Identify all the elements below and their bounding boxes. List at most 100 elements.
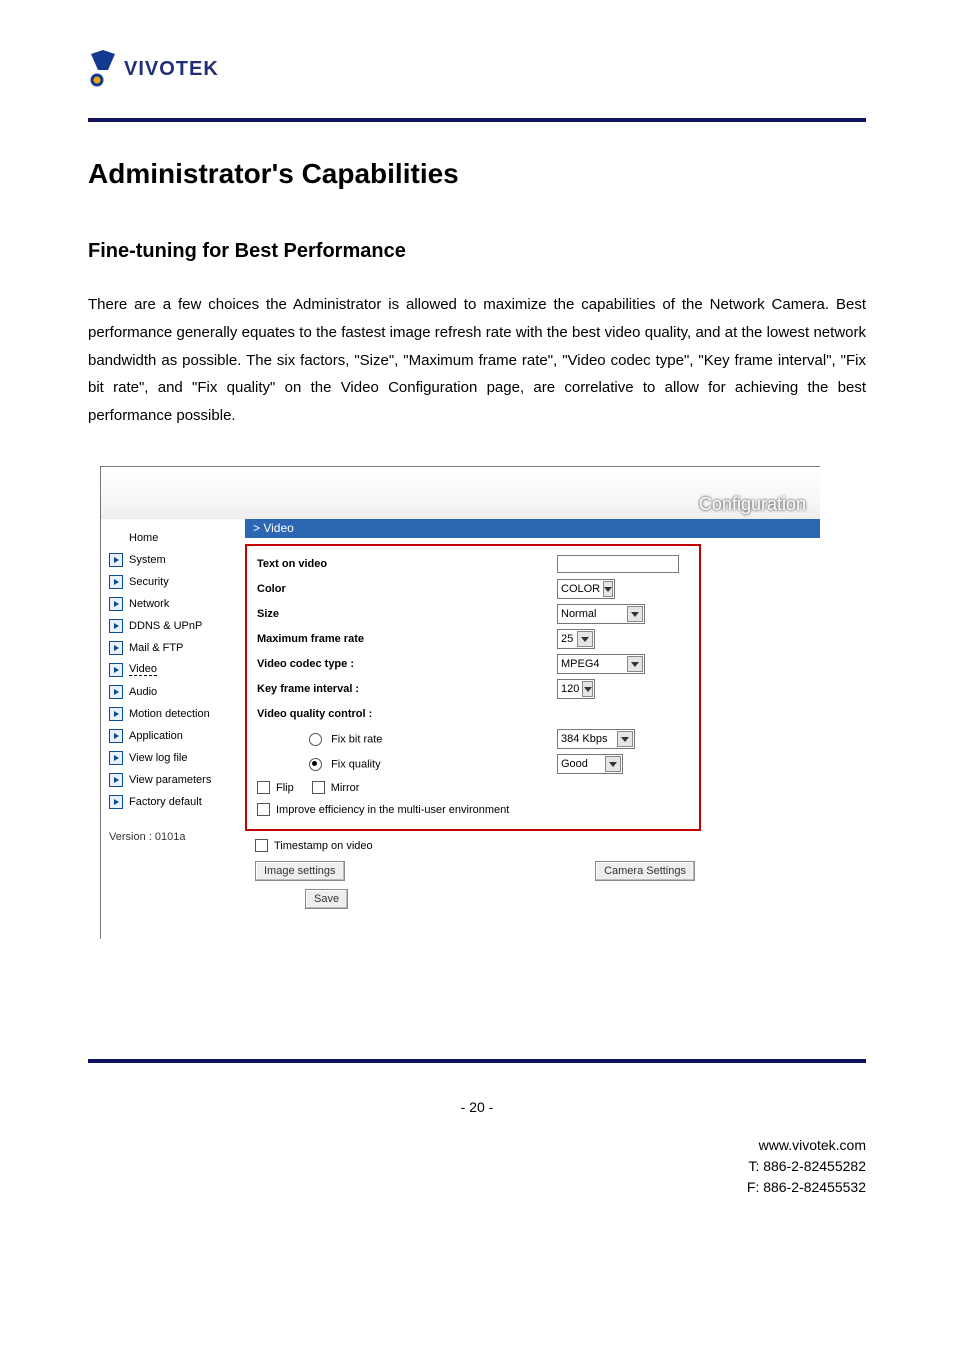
select-value: 120 <box>561 683 579 695</box>
page-number: - 20 - <box>88 1099 866 1115</box>
chevron-down-icon <box>603 581 613 597</box>
sidebar-item-video[interactable]: Video <box>105 659 245 681</box>
fix-bit-rate-select[interactable]: 384 Kbps <box>557 729 635 749</box>
video-codec-select[interactable]: MPEG4 <box>557 654 645 674</box>
vivotek-logo-icon <box>88 48 118 90</box>
sidebar-label: View log file <box>129 752 188 764</box>
sidebar-label: DDNS & UPnP <box>129 620 202 632</box>
size-select[interactable]: Normal <box>557 604 645 624</box>
sidebar-label: Video <box>129 663 157 676</box>
fix-quality-select[interactable]: Good <box>557 754 623 774</box>
sidebar-item-ddns-upnp[interactable]: DDNS & UPnP <box>105 615 245 637</box>
checkbox-icon <box>255 839 268 852</box>
label-quality-control: Video quality control : <box>257 708 557 720</box>
footer-url: www.vivotek.com <box>88 1135 866 1156</box>
flip-checkbox[interactable]: Flip <box>257 781 294 794</box>
sidebar-label: Home <box>129 532 158 544</box>
sidebar-item-network[interactable]: Network <box>105 593 245 615</box>
sidebar-item-factory-default[interactable]: Factory default <box>105 791 245 813</box>
chevron-down-icon <box>627 656 643 672</box>
sidebar-item-view-log-file[interactable]: View log file <box>105 747 245 769</box>
arrow-right-icon <box>109 663 123 677</box>
fix-bit-rate-label: Fix bit rate <box>331 733 382 745</box>
sidebar-label: Security <box>129 576 169 588</box>
select-value: Good <box>561 758 588 770</box>
breadcrumb: > Video <box>245 519 820 538</box>
checkbox-icon <box>312 781 325 794</box>
select-value: 25 <box>561 633 573 645</box>
video-form-highlighted: Text on video Color COLOR Size Normal <box>245 544 701 831</box>
fix-bit-rate-option[interactable]: Fix bit rate <box>257 733 557 746</box>
improve-efficiency-checkbox[interactable]: Improve efficiency in the multi-user env… <box>257 803 509 816</box>
fix-quality-option[interactable]: Fix quality <box>257 758 557 771</box>
chevron-down-icon <box>627 606 643 622</box>
logo: VIVOTEK <box>88 48 866 90</box>
sidebar-item-system[interactable]: System <box>105 549 245 571</box>
sidebar-label: Mail & FTP <box>129 642 183 654</box>
fix-quality-label: Fix quality <box>331 758 381 770</box>
mirror-label: Mirror <box>331 782 360 794</box>
sidebar-label: Network <box>129 598 169 610</box>
chevron-down-icon <box>617 731 633 747</box>
config-content: > Video Text on video Color COLOR <box>245 519 820 939</box>
checkbox-icon <box>257 803 270 816</box>
arrow-right-icon <box>109 641 123 655</box>
sidebar-item-audio[interactable]: Audio <box>105 681 245 703</box>
arrow-right-icon <box>109 553 123 567</box>
sidebar-item-security[interactable]: Security <box>105 571 245 593</box>
arrow-right-icon <box>109 773 123 787</box>
sidebar-item-view-parameters[interactable]: View parameters <box>105 769 245 791</box>
config-sidebar: Home System Security Network DDNS & UPnP <box>101 519 245 843</box>
sidebar-label: System <box>129 554 166 566</box>
label-size: Size <box>257 608 557 620</box>
chevron-down-icon <box>605 756 621 772</box>
camera-settings-button[interactable]: Camera Settings <box>595 861 695 881</box>
logo-text: VIVOTEK <box>124 58 219 81</box>
sidebar-label: Application <box>129 730 183 742</box>
footer-fax: F: 886-2-82455532 <box>88 1177 866 1198</box>
footer-divider-thick <box>88 1059 866 1063</box>
max-frame-rate-select[interactable]: 25 <box>557 629 595 649</box>
select-value: MPEG4 <box>561 658 600 670</box>
improve-efficiency-label: Improve efficiency in the multi-user env… <box>276 804 509 816</box>
checkbox-icon <box>257 781 270 794</box>
radio-icon <box>309 733 322 746</box>
chevron-down-icon <box>582 681 593 697</box>
chevron-down-icon <box>577 631 593 647</box>
timestamp-checkbox[interactable]: Timestamp on video <box>255 839 373 852</box>
select-value: Normal <box>561 608 596 620</box>
label-key-frame: Key frame interval : <box>257 683 557 695</box>
section-title: Fine-tuning for Best Performance <box>88 240 866 263</box>
arrow-right-icon <box>109 685 123 699</box>
sidebar-item-home[interactable]: Home <box>105 527 245 549</box>
version-label: Version : 0101a <box>105 813 245 843</box>
arrow-right-icon <box>109 597 123 611</box>
footer-tel: T: 886-2-82455282 <box>88 1156 866 1177</box>
color-select[interactable]: COLOR <box>557 579 615 599</box>
flip-label: Flip <box>276 782 294 794</box>
timestamp-label: Timestamp on video <box>274 840 373 852</box>
page-title: Administrator's Capabilities <box>88 158 866 190</box>
label-color: Color <box>257 583 557 595</box>
config-screenshot: Configuration Home System Security Netwo <box>100 466 820 939</box>
config-header-title: Configuration <box>699 494 806 515</box>
sidebar-label: Factory default <box>129 796 202 808</box>
key-frame-select[interactable]: 120 <box>557 679 595 699</box>
sidebar-item-motion-detection[interactable]: Motion detection <box>105 703 245 725</box>
arrow-right-icon <box>109 795 123 809</box>
header-divider <box>88 118 866 122</box>
radio-icon <box>309 758 322 771</box>
save-button[interactable]: Save <box>305 889 348 909</box>
label-max-frame-rate: Maximum frame rate <box>257 633 557 645</box>
arrow-right-icon <box>109 619 123 633</box>
sidebar-item-mail-ftp[interactable]: Mail & FTP <box>105 637 245 659</box>
arrow-right-icon <box>109 575 123 589</box>
image-settings-button[interactable]: Image settings <box>255 861 345 881</box>
arrow-right-icon <box>109 751 123 765</box>
arrow-right-icon <box>109 729 123 743</box>
sidebar-label: Motion detection <box>129 708 210 720</box>
sidebar-item-application[interactable]: Application <box>105 725 245 747</box>
text-on-video-input[interactable] <box>557 555 679 573</box>
label-video-codec: Video codec type : <box>257 658 557 670</box>
mirror-checkbox[interactable]: Mirror <box>312 781 360 794</box>
